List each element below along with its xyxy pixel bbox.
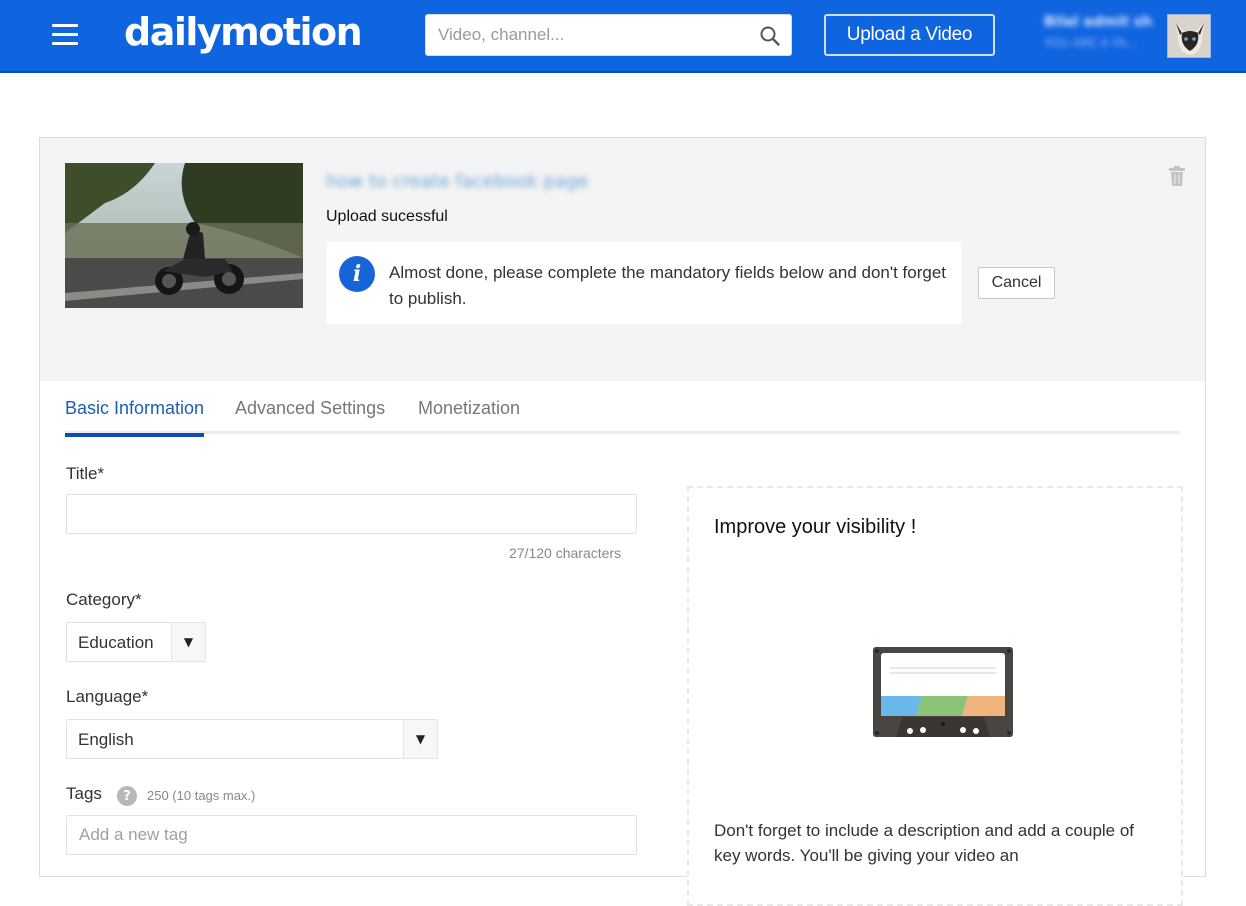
info-notice: i Almost done, please complete the manda…	[327, 242, 961, 324]
title-input[interactable]	[66, 494, 637, 534]
help-icon[interactable]: ?	[117, 786, 137, 806]
avatar[interactable]	[1167, 14, 1211, 58]
tab-monetization[interactable]: Monetization	[418, 396, 520, 434]
user-subtitle: YOU ARE A FA...	[1044, 36, 1138, 50]
upload-status: Upload sucessful	[326, 208, 448, 225]
tab-advanced-settings[interactable]: Advanced Settings	[235, 396, 385, 434]
category-select[interactable]: Education ▼	[66, 622, 206, 662]
visibility-title: Improve your visibility !	[714, 516, 917, 538]
upload-card: how to create facebook page Upload suces…	[39, 137, 1206, 906]
tab-basic-information[interactable]: Basic Information	[65, 396, 205, 437]
category-label: Category*	[66, 590, 142, 609]
tags-label: Tags	[66, 784, 102, 803]
chevron-down-icon[interactable]: ▼	[171, 623, 205, 661]
upload-summary: how to create facebook page Upload suces…	[40, 138, 1205, 381]
language-label: Language*	[66, 687, 149, 706]
tags-input[interactable]	[66, 815, 637, 855]
language-select[interactable]: English ▼	[66, 719, 438, 759]
cassette-illustration	[873, 647, 1013, 737]
title-label: Title*	[66, 464, 105, 483]
upload-video-button[interactable]: Upload a Video	[824, 14, 995, 56]
info-icon: i	[339, 256, 375, 292]
user-info[interactable]: Bilal admit sh... YOU ARE A FA...	[1044, 14, 1154, 58]
notice-text: Almost done, please complete the mandato…	[389, 263, 947, 308]
motorcycle-thumbnail-image	[65, 163, 303, 308]
cancel-button[interactable]: Cancel	[978, 267, 1055, 299]
trash-icon[interactable]	[1168, 166, 1186, 186]
cat-avatar-image	[1168, 15, 1210, 57]
search-box	[425, 14, 792, 56]
language-value: English	[78, 730, 134, 749]
tags-hint: 250 (10 tags max.)	[147, 788, 256, 803]
tab-bar: Basic Information Advanced Settings Mone…	[65, 396, 1180, 437]
chevron-down-icon[interactable]: ▼	[403, 720, 437, 758]
video-title[interactable]: how to create facebook page	[326, 171, 588, 192]
user-name: Bilal admit sh...	[1044, 14, 1154, 30]
search-input[interactable]	[426, 15, 746, 55]
title-character-count: 27/120 characters	[509, 545, 622, 561]
top-navigation-bar: dailymotion Upload a Video Bilal admit s…	[0, 0, 1246, 73]
dailymotion-logo[interactable]: dailymotion	[124, 10, 363, 54]
visibility-tip-panel: Improve your visibility ! Don't forget t…	[687, 486, 1183, 906]
video-thumbnail[interactable]	[65, 163, 303, 308]
search-icon[interactable]	[759, 25, 781, 47]
menu-icon[interactable]	[52, 24, 78, 46]
category-value: Education	[78, 633, 154, 652]
